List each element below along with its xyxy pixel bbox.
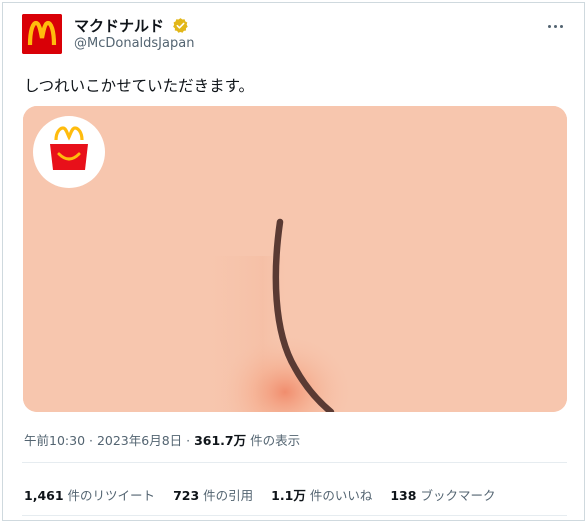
more-options-button[interactable] <box>543 14 567 38</box>
tweet-header: マクドナルド @McDonaldsJapan <box>22 14 567 58</box>
views-count: 361.7万 <box>194 433 247 448</box>
quotes-label: 件の引用 <box>203 488 254 503</box>
tweet-media-image[interactable] <box>23 106 567 412</box>
quotes-stat[interactable]: 723 件の引用 <box>173 485 253 504</box>
verified-badge-icon <box>172 17 189 34</box>
happy-meal-badge <box>33 116 105 188</box>
bookmarks-label: ブックマーク <box>420 488 496 503</box>
bookmarks-count: 138 <box>390 488 417 503</box>
tweet-metadata: 午前10:30 · 2023年6月8日 · 361.7万 件の表示 <box>24 430 300 449</box>
retweets-count: 1,461 <box>24 488 64 503</box>
name-row: マクドナルド <box>74 15 189 36</box>
bookmarks-stat[interactable]: 138 ブックマーク <box>390 485 495 504</box>
meta-separator-2: · <box>182 433 195 448</box>
likes-stat[interactable]: 1.1万 件のいいね <box>271 485 372 504</box>
likes-label: 件のいいね <box>309 488 373 503</box>
tweet-date[interactable]: 2023年6月8日 <box>97 433 182 448</box>
divider-bottom <box>22 515 567 516</box>
account-handle[interactable]: @McDonaldsJapan <box>74 36 194 51</box>
tweet-stats: 1,461 件のリツイート 723 件の引用 1.1万 件のいいね 138 ブックマーク <box>24 485 513 504</box>
likes-count: 1.1万 <box>271 488 306 503</box>
avatar[interactable] <box>22 14 62 54</box>
quotes-count: 723 <box>173 488 200 503</box>
retweets-stat[interactable]: 1,461 件のリツイート <box>24 485 155 504</box>
more-dots-icon <box>547 24 551 28</box>
divider-top <box>22 462 567 463</box>
views-label: 件の表示 <box>246 433 301 448</box>
media-illustration <box>23 106 567 412</box>
meta-separator: · <box>85 433 97 448</box>
display-name[interactable]: マクドナルド <box>74 15 164 36</box>
tweet-text: しつれいこかせていただきます。 <box>24 77 255 95</box>
mcdonalds-logo-icon <box>22 14 62 54</box>
tweet-time[interactable]: 午前10:30 <box>24 433 85 448</box>
retweets-label: 件のリツイート <box>67 488 156 503</box>
